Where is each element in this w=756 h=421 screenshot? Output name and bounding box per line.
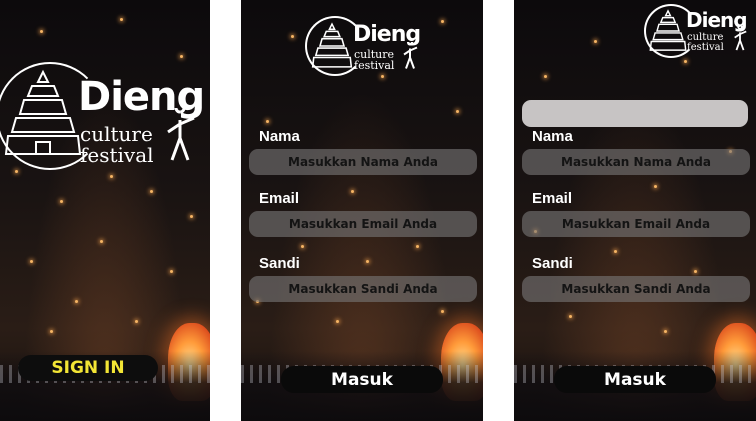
error-message-bar: [522, 100, 748, 127]
login-form-screen: Dieng culture festival Nama Email Sandi …: [241, 0, 483, 421]
masuk-button[interactable]: Masuk: [554, 366, 716, 393]
sandi-input[interactable]: [249, 276, 477, 302]
festival-logo: Dieng culture festival: [0, 56, 210, 176]
sandi-label: Sandi: [259, 255, 300, 272]
dancer-icon: [167, 108, 195, 161]
logo-line-festival: festival: [80, 143, 154, 167]
temple-icon: [4, 69, 82, 155]
nama-input[interactable]: [249, 149, 477, 175]
sandi-input[interactable]: [522, 276, 750, 302]
festival-logo: Dieng culture festival: [644, 2, 754, 58]
sign-in-button[interactable]: SIGN IN: [18, 355, 158, 381]
temple-icon: [311, 22, 353, 68]
nama-input[interactable]: [522, 149, 750, 175]
sandi-label: Sandi: [532, 255, 573, 272]
logo-line-festival: festival: [354, 59, 395, 72]
nama-label: Nama: [259, 128, 300, 145]
masuk-button[interactable]: Masuk: [281, 366, 443, 393]
email-label: Email: [259, 190, 300, 207]
login-form-screen-alert: Dieng culture festival Nama Email Sandi …: [514, 0, 756, 421]
dancer-icon: [734, 26, 747, 51]
email-label: Email: [532, 190, 573, 207]
logo-line-festival: festival: [687, 42, 724, 53]
temple-icon: [649, 9, 687, 51]
logo-line-culture: culture: [80, 122, 153, 146]
nama-label: Nama: [532, 128, 573, 145]
email-input[interactable]: [522, 211, 750, 237]
dancer-icon: [403, 42, 418, 69]
email-input[interactable]: [249, 211, 477, 237]
splash-screen: Dieng culture festival SIGN IN: [0, 0, 210, 421]
festival-logo: Dieng culture festival: [305, 14, 425, 78]
